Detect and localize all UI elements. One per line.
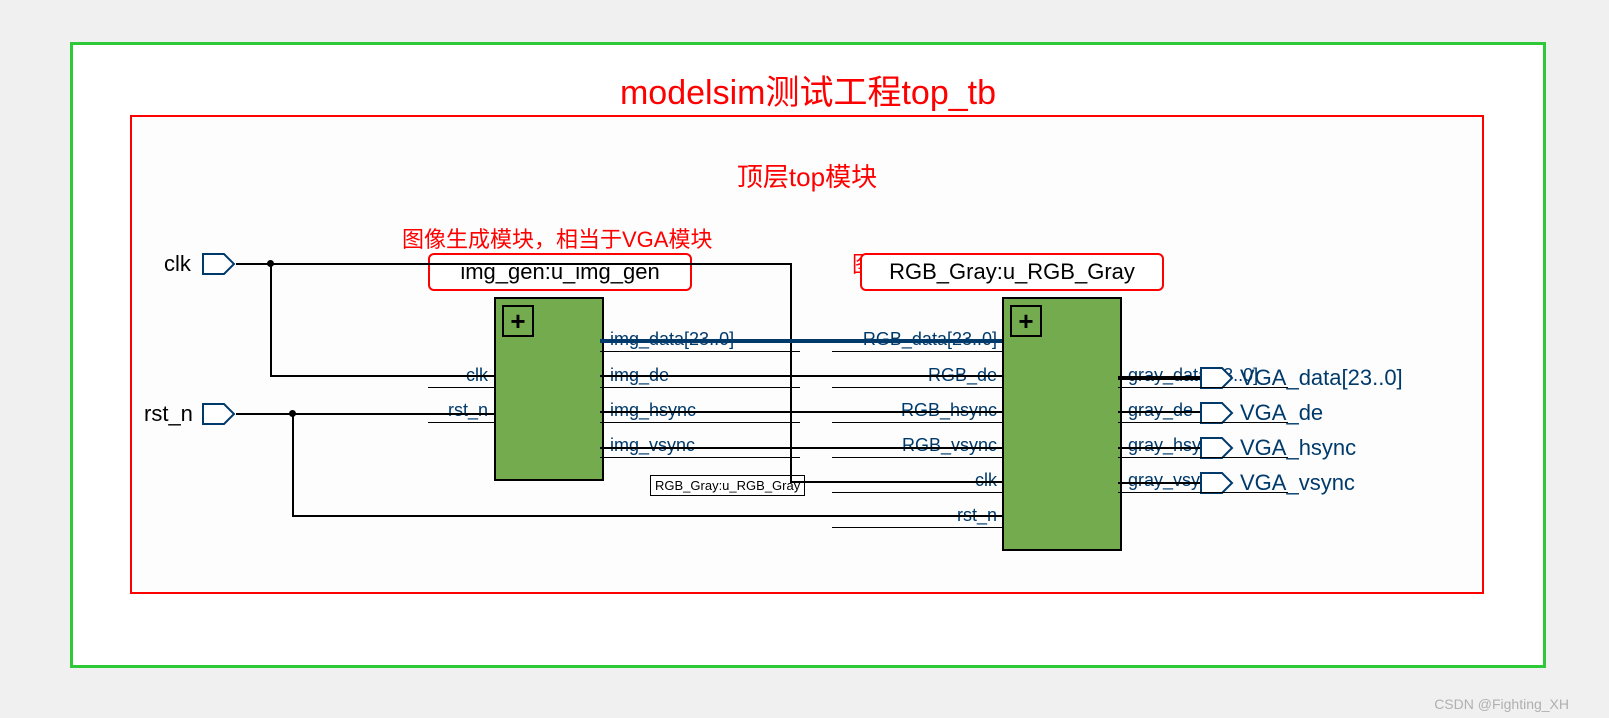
hover-tooltip: RGB_Gray:u_RGB_Gray (650, 475, 805, 496)
rgb-gray-in-vsync: RGB_vsync (882, 435, 997, 456)
wire (600, 411, 1002, 413)
testbench-title: modelsim测试工程top_tb (73, 65, 1543, 114)
port-divider (600, 387, 800, 388)
wire (600, 447, 1002, 449)
port-divider (600, 422, 800, 423)
wire (270, 263, 792, 265)
top-module-boundary: 顶层top模块 图像生成模块，相当于VGA模块 图像处理模块：Ycbcr灰度转换… (130, 115, 1484, 594)
port-divider (832, 387, 1002, 388)
top-module-title: 顶层top模块 (132, 157, 1482, 194)
port-divider (1118, 422, 1288, 423)
wire-bus (1118, 376, 1200, 380)
port-divider (1118, 492, 1288, 493)
wire-bus (600, 339, 1002, 343)
watermark: CSDN @Fighting_XH (1434, 696, 1569, 712)
port-divider (832, 422, 1002, 423)
wire (1118, 447, 1200, 449)
wire (1118, 411, 1200, 413)
top-input-rstn: rst_n (144, 401, 193, 427)
port-divider (832, 527, 1002, 528)
expand-icon[interactable]: + (1010, 305, 1042, 337)
wire (600, 375, 1002, 377)
img-gen-in-rstn: rst_n (432, 400, 488, 421)
img-gen-out-vsync: img_vsync (610, 435, 695, 456)
wire (292, 413, 294, 517)
port-divider (832, 492, 1002, 493)
img-gen-instance-label: img_gen:u_img_gen (428, 253, 692, 291)
port-divider (1118, 457, 1288, 458)
wire (1118, 482, 1200, 484)
input-port-icon (202, 253, 236, 277)
top-input-clk: clk (164, 251, 191, 277)
expand-icon[interactable]: + (502, 305, 534, 337)
input-port-icon (202, 403, 236, 427)
port-divider (832, 457, 1002, 458)
wire (790, 481, 1002, 483)
port-divider (428, 387, 494, 388)
img-gen-block[interactable]: + (494, 297, 604, 481)
port-divider (832, 351, 1002, 352)
wire (270, 263, 272, 377)
junction-dot (267, 260, 274, 267)
port-divider (428, 422, 494, 423)
wire (270, 375, 494, 377)
rgb-gray-block[interactable]: + (1002, 297, 1122, 551)
port-divider (1118, 387, 1288, 388)
wire (236, 413, 494, 415)
annotation-img-gen: 图像生成模块，相当于VGA模块 (402, 222, 712, 254)
rgb-gray-instance-label: RGB_Gray:u_RGB_Gray (860, 253, 1164, 291)
wire (292, 515, 1002, 517)
diagram-canvas: modelsim测试工程top_tb 顶层top模块 图像生成模块，相当于VGA… (0, 0, 1609, 718)
port-divider (600, 351, 800, 352)
port-divider (600, 457, 800, 458)
junction-dot (289, 410, 296, 417)
